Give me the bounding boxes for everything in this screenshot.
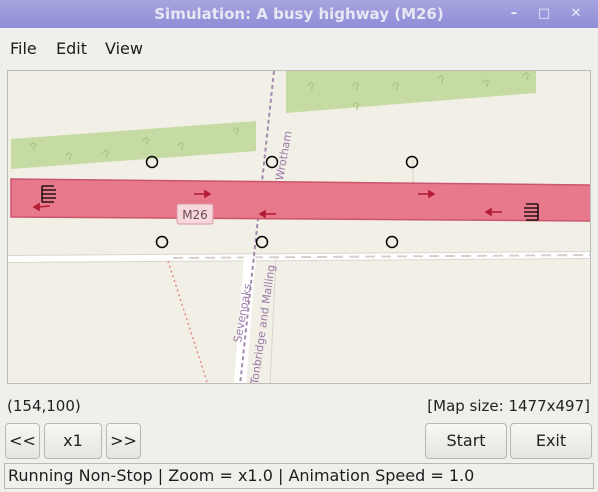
sensor-north-3[interactable] xyxy=(405,155,419,169)
cursor-coordinates: (154,100) xyxy=(7,397,81,415)
map-canvas[interactable]: M26 Wrotham Sevenoaks Tonbridge and Mall… xyxy=(8,71,591,384)
start-button[interactable]: Start xyxy=(425,423,507,459)
close-button[interactable]: ✕ xyxy=(566,4,586,24)
road-label-m26: M26 xyxy=(176,203,214,225)
map-view[interactable]: M26 Wrotham Sevenoaks Tonbridge and Mall… xyxy=(7,70,591,384)
speed-button[interactable]: x1 xyxy=(44,423,102,459)
menu-edit[interactable]: Edit xyxy=(56,39,87,58)
faster-button[interactable]: >> xyxy=(106,423,141,459)
title-bar: Simulation: A busy highway (M26) – □ ✕ xyxy=(0,0,598,28)
green-area-west xyxy=(11,121,256,169)
highway-m26 xyxy=(10,178,590,222)
menu-file[interactable]: File xyxy=(10,39,37,58)
svg-text:M26: M26 xyxy=(182,208,208,222)
sensor-south-1[interactable] xyxy=(155,235,169,249)
local-road xyxy=(8,252,590,262)
maximize-button[interactable]: □ xyxy=(534,4,554,24)
sensor-south-3[interactable] xyxy=(385,235,399,249)
exit-button[interactable]: Exit xyxy=(510,423,592,459)
street-label-wrotham: Wrotham xyxy=(273,130,295,182)
sensor-south-2[interactable] xyxy=(255,235,269,249)
footpath xyxy=(167,260,209,383)
menu-view[interactable]: View xyxy=(105,39,143,58)
map-size-label: [Map size: 1477x497] xyxy=(427,397,590,415)
minimize-button[interactable]: – xyxy=(504,4,524,24)
green-area-north xyxy=(286,71,536,113)
slower-button[interactable]: << xyxy=(5,423,40,459)
status-bar: Running Non-Stop | Zoom = x1.0 | Animati… xyxy=(4,463,594,489)
menu-bar: File Edit View xyxy=(0,28,598,68)
